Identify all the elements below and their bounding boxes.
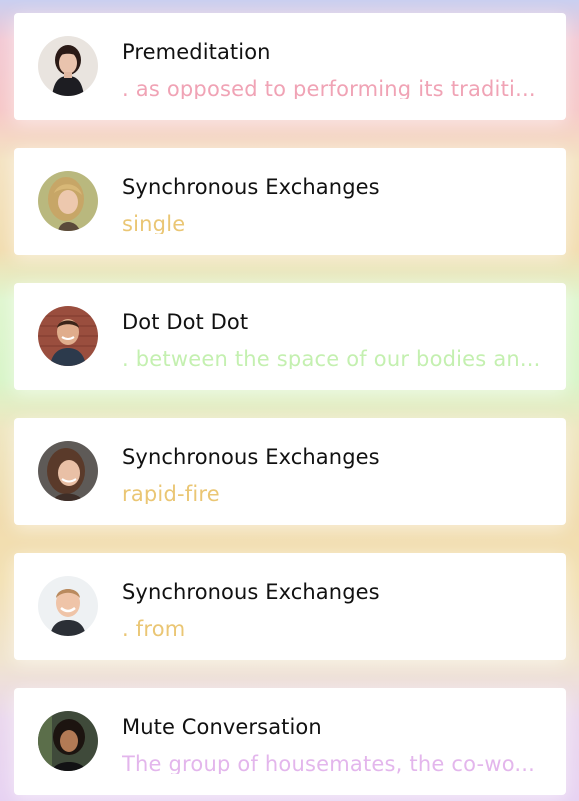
conversation-card[interactable]: Mute Conversation The group of housemate…	[14, 688, 566, 795]
conversation-snippet: . from	[122, 617, 186, 639]
conversation-title: Dot Dot Dot	[122, 310, 249, 334]
avatar-man-smiling-icon	[38, 576, 98, 636]
conversation-title: Synchronous Exchanges	[122, 580, 380, 604]
avatar-woman-dark-hair-icon	[38, 36, 98, 96]
conversation-card[interactable]: Dot Dot Dot . between the space of our b…	[14, 283, 566, 390]
conversation-card[interactable]: Synchronous Exchanges rapid-fire	[14, 418, 566, 525]
conversation-title: Synchronous Exchanges	[122, 175, 380, 199]
conversation-card[interactable]: Premeditation . as opposed to performing…	[14, 13, 566, 120]
avatar-man-brick-wall-icon	[38, 306, 98, 366]
conversation-snippet: The group of housemates, the co-wo...	[122, 752, 535, 774]
avatar-person-curly-hair-icon	[38, 711, 98, 771]
conversation-card[interactable]: Synchronous Exchanges single	[14, 148, 566, 255]
avatar	[38, 576, 98, 636]
conversation-snippet: rapid-fire	[122, 482, 220, 504]
conversation-card[interactable]: Synchronous Exchanges . from	[14, 553, 566, 660]
avatar	[38, 711, 98, 771]
conversation-snippet: . between the space of our bodies an...	[122, 347, 541, 369]
avatar	[38, 441, 98, 501]
avatar-woman-blonde-icon	[38, 171, 98, 231]
conversation-title: Mute Conversation	[122, 715, 322, 739]
conversation-title: Synchronous Exchanges	[122, 445, 380, 469]
conversation-snippet: single	[122, 212, 186, 234]
avatar-woman-brunette-icon	[38, 441, 98, 501]
conversation-title: Premeditation	[122, 40, 271, 64]
conversation-snippet: . as opposed to performing its traditi..…	[122, 77, 536, 99]
avatar	[38, 306, 98, 366]
avatar	[38, 36, 98, 96]
avatar	[38, 171, 98, 231]
